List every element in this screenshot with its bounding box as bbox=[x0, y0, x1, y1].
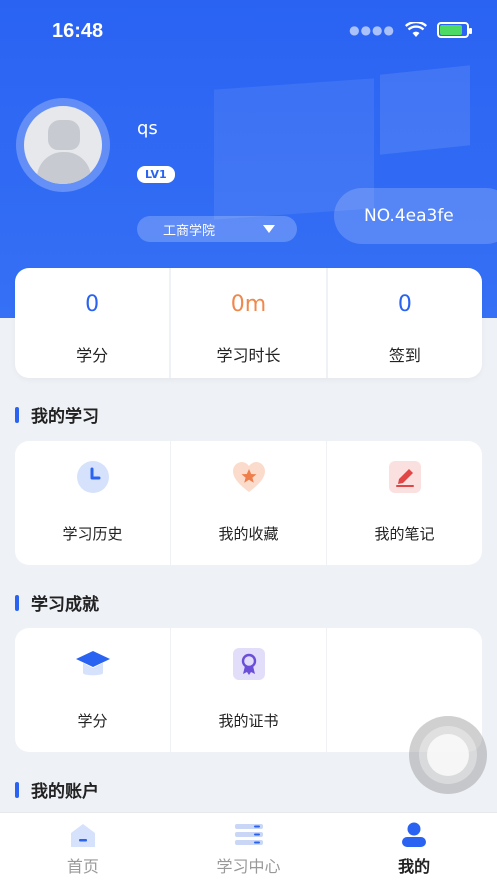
pencil-icon bbox=[387, 459, 423, 495]
stat-label: 签到 bbox=[388, 346, 421, 365]
tab-label: 学习中心 bbox=[216, 857, 281, 876]
graduation-cap-icon bbox=[75, 646, 111, 682]
tab-label: 我的 bbox=[398, 857, 431, 876]
tile-label: 学分 bbox=[77, 712, 108, 730]
stat-label: 学分 bbox=[76, 346, 109, 365]
section-title-label: 我的账户 bbox=[31, 782, 99, 802]
tab-learning-center[interactable]: 学习中心 bbox=[166, 813, 332, 883]
section-marker bbox=[15, 594, 19, 611]
stat-value: 0 bbox=[397, 292, 412, 317]
caret-down-icon bbox=[263, 225, 275, 233]
status-time: 16:48 bbox=[52, 20, 104, 42]
status-icons: ●●●● bbox=[349, 22, 472, 38]
section-marker bbox=[15, 406, 19, 423]
tile-notes[interactable]: 我的笔记 bbox=[327, 441, 482, 565]
tab-home[interactable]: 首页 bbox=[0, 813, 166, 883]
college-selector[interactable]: 工商学院 bbox=[137, 216, 297, 242]
tile-study-history[interactable]: 学习历史 bbox=[15, 441, 171, 565]
stat-study-time[interactable]: 0m 学习时长 bbox=[171, 268, 328, 378]
tab-mine[interactable]: 我的 bbox=[331, 813, 497, 883]
wifi-icon bbox=[405, 22, 427, 37]
certificate-icon bbox=[231, 646, 267, 682]
home-icon bbox=[68, 821, 98, 849]
section-title-account: 我的账户 bbox=[15, 777, 99, 802]
level-badge: LV1 bbox=[137, 166, 175, 183]
section-title-label: 学习成就 bbox=[31, 595, 99, 615]
list-icon bbox=[234, 821, 264, 849]
stat-checkin[interactable]: 0 签到 bbox=[328, 268, 482, 378]
section-title-achievements: 学习成就 bbox=[15, 590, 99, 615]
section-title-my-learning: 我的学习 bbox=[15, 402, 99, 427]
stat-value: 0m bbox=[230, 292, 267, 317]
username: qs bbox=[137, 118, 158, 139]
section-title-label: 我的学习 bbox=[31, 407, 99, 427]
tile-label: 我的收藏 bbox=[218, 525, 279, 543]
heart-star-icon bbox=[231, 459, 267, 495]
tile-label: 学习历史 bbox=[62, 525, 123, 543]
user-id-badge: NO.4ea3fe bbox=[334, 188, 497, 244]
tile-favorites[interactable]: 我的收藏 bbox=[171, 441, 327, 565]
avatar-placeholder-icon bbox=[24, 106, 102, 184]
battery-icon bbox=[437, 22, 472, 38]
section-marker bbox=[15, 781, 19, 798]
signal-icon: ●●●● bbox=[349, 23, 395, 37]
stat-credits[interactable]: 0 学分 bbox=[15, 268, 172, 378]
tile-label: 我的证书 bbox=[218, 712, 279, 730]
user-id-label: NO.4ea3fe bbox=[364, 206, 454, 226]
achievements-card: 学分 我的证书 bbox=[15, 628, 482, 752]
bottom-tab-bar: 首页 学习中心 我的 bbox=[0, 812, 497, 883]
stat-value: 0 bbox=[85, 292, 100, 317]
stats-card: 0 学分 0m 学习时长 0 签到 bbox=[15, 268, 482, 378]
tile-credits[interactable]: 学分 bbox=[15, 628, 171, 752]
tab-label: 首页 bbox=[66, 857, 99, 876]
my-learning-card: 学习历史 我的收藏 我的笔记 bbox=[15, 441, 482, 565]
stat-label: 学习时长 bbox=[216, 346, 281, 365]
avatar[interactable] bbox=[16, 98, 110, 192]
header-decoration bbox=[380, 65, 470, 155]
tile-label: 我的笔记 bbox=[374, 525, 435, 543]
assistive-touch-button[interactable] bbox=[409, 716, 487, 794]
college-label: 工商学院 bbox=[163, 223, 216, 239]
user-icon bbox=[399, 821, 429, 849]
clock-icon bbox=[75, 459, 111, 495]
tile-certificates[interactable]: 我的证书 bbox=[171, 628, 327, 752]
